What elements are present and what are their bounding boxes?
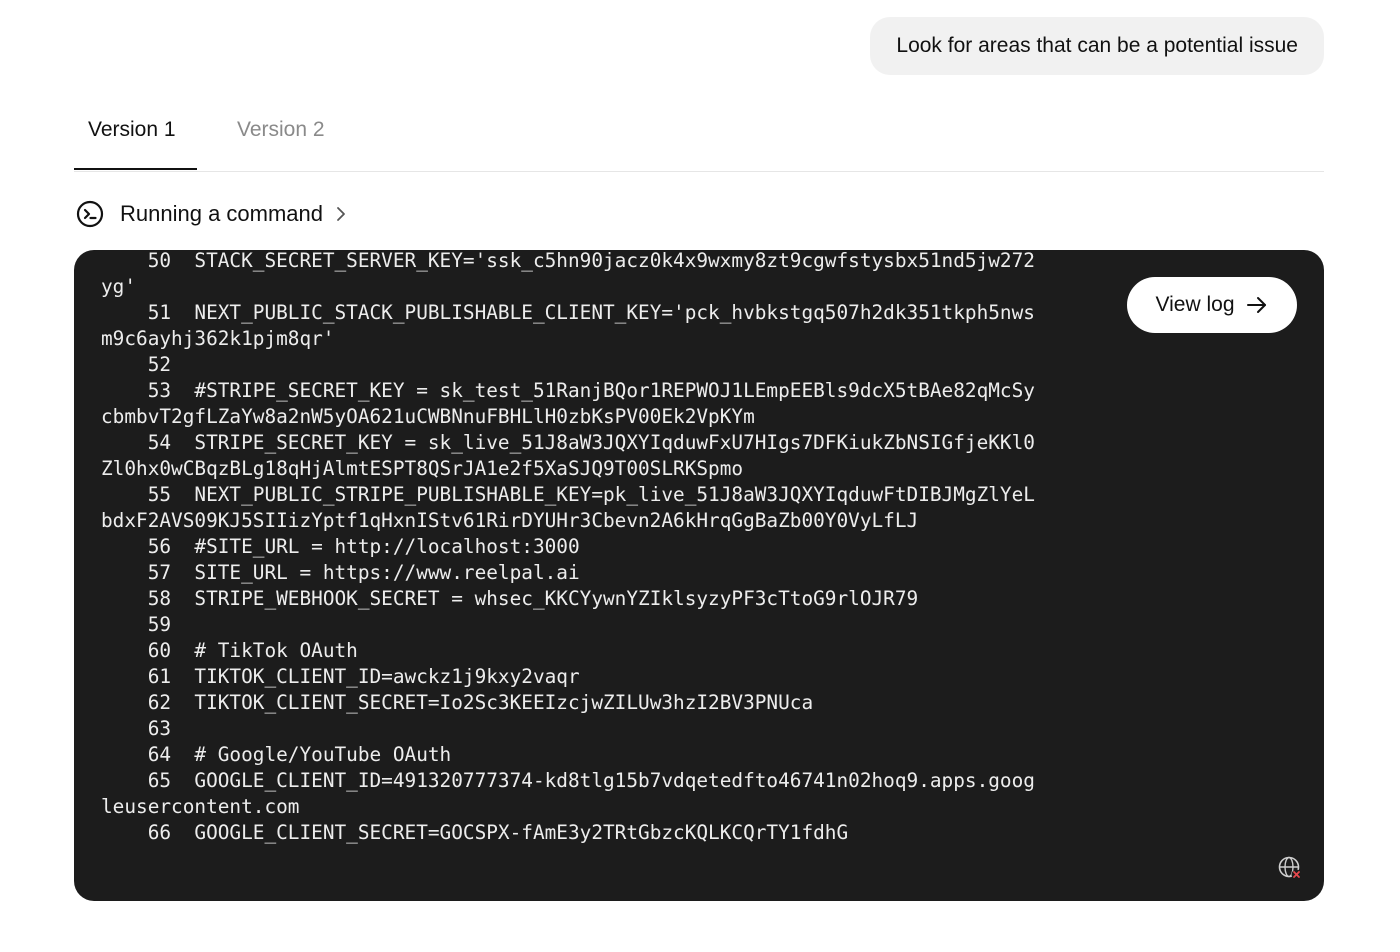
code-line: 59 [101, 613, 172, 636]
code-line: 58 STRIPE_WEBHOOK_SECRET = whsec_KKCYywn… [101, 587, 919, 610]
user-message-bubble: Look for areas that can be a potential i… [870, 17, 1324, 75]
code-line: 65 GOOGLE_CLIENT_ID=491320777374-kd8tlg1… [101, 769, 1035, 818]
code-line: 57 SITE_URL = https://www.reelpal.ai [101, 561, 580, 584]
code-line: 53 #STRIPE_SECRET_KEY = sk_test_51RanjBQ… [101, 379, 1035, 428]
code-line: 54 STRIPE_SECRET_KEY = sk_live_51J8aW3JQ… [101, 431, 1035, 480]
view-log-button[interactable]: View log [1127, 277, 1297, 333]
globe-off-icon [1277, 855, 1303, 881]
code-line: 51 NEXT_PUBLIC_STACK_PUBLISHABLE_CLIENT_… [101, 301, 1035, 350]
view-log-label: View log [1155, 293, 1235, 316]
version-tabs: Version 1 Version 2 [74, 100, 1324, 172]
terminal-output-panel: 50 STACK_SECRET_SERVER_KEY='ssk_c5hn90ja… [74, 250, 1324, 901]
code-line: 56 #SITE_URL = http://localhost:3000 [101, 535, 580, 558]
code-line: 52 [101, 353, 172, 376]
code-line: 55 NEXT_PUBLIC_STRIPE_PUBLISHABLE_KEY=pk… [101, 483, 1035, 532]
code-line: 63 [101, 717, 172, 740]
tab-version-2[interactable]: Version 2 [223, 100, 339, 170]
code-line: 62 TIKTOK_CLIENT_SECRET=Io2Sc3KEEIzcjwZI… [101, 691, 814, 714]
code-line: 64 # Google/YouTube OAuth [101, 743, 452, 766]
code-line: 60 # TikTok OAuth [101, 639, 358, 662]
chevron-right-icon [333, 206, 349, 222]
user-message-text: Look for areas that can be a potential i… [896, 34, 1298, 57]
terminal-icon [76, 200, 104, 228]
chat-page: Look for areas that can be a potential i… [0, 0, 1400, 952]
running-command-label: Running a command [120, 201, 324, 226]
code-line: 50 STACK_SECRET_SERVER_KEY='ssk_c5hn90ja… [101, 250, 1035, 298]
arrow-right-icon [1245, 293, 1269, 317]
tab-version-1-label: Version 1 [88, 118, 176, 141]
running-command-toggle[interactable]: Running a command [76, 198, 349, 230]
code-line: 66 GOOGLE_CLIENT_SECRET=GOCSPX-fAmE3y2TR… [101, 821, 849, 844]
terminal-code-block: 50 STACK_SECRET_SERVER_KEY='ssk_c5hn90ja… [101, 250, 1046, 846]
code-line: 61 TIKTOK_CLIENT_ID=awckz1j9kxy2vaqr [101, 665, 580, 688]
tab-version-1[interactable]: Version 1 [74, 100, 197, 170]
tab-version-2-label: Version 2 [237, 118, 325, 141]
